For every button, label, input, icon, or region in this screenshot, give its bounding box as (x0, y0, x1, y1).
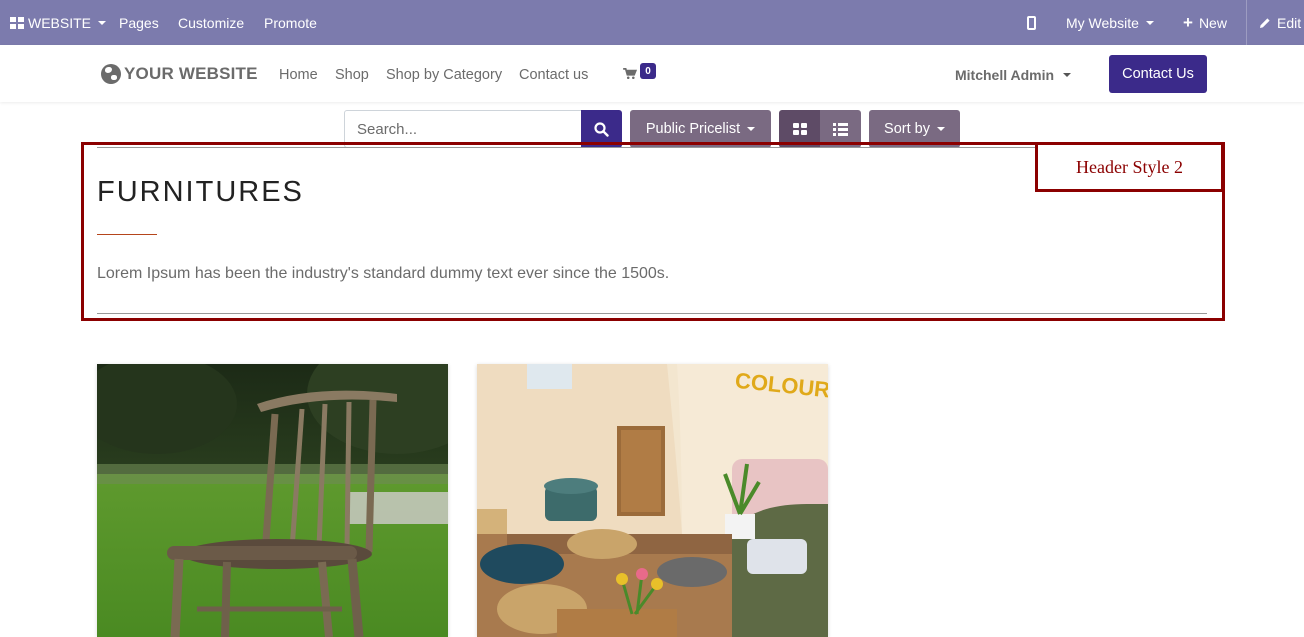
contact-us-button[interactable]: Contact Us (1109, 55, 1207, 93)
product-card[interactable]: COLOURED (477, 364, 828, 637)
edit-label: Edit (1277, 14, 1302, 31)
globe-icon (101, 64, 121, 84)
cart-icon (623, 68, 637, 79)
website-menu[interactable]: WEBSITE (10, 0, 107, 45)
nav-shop-by-category[interactable]: Shop by Category (386, 67, 502, 83)
apps-icon (10, 16, 24, 29)
caret-down-icon (936, 127, 945, 131)
pages-menu[interactable]: Pages (119, 0, 159, 45)
search-icon (594, 121, 609, 137)
mobile-preview-button[interactable] (1027, 0, 1036, 45)
customize-menu[interactable]: Customize (178, 0, 244, 45)
sort-by-label: Sort by (884, 121, 930, 137)
nav-shop[interactable]: Shop (335, 67, 369, 83)
plus-icon: + (1183, 12, 1193, 32)
product-card[interactable] (97, 364, 448, 637)
new-label: New (1198, 14, 1227, 31)
caret-down-icon (747, 127, 756, 131)
nav-contact-us[interactable]: Contact us (519, 67, 588, 83)
website-menu-label: WEBSITE (28, 14, 92, 31)
nav-home[interactable]: Home (279, 67, 318, 83)
user-menu[interactable]: Mitchell Admin (955, 67, 1072, 83)
logo-text: YOUR WEBSITE (124, 64, 258, 83)
divider (1246, 0, 1247, 45)
site-header: YOUR WEBSITE Home Shop Shop by Category … (0, 45, 1304, 102)
my-website-menu[interactable]: My Website (1066, 0, 1154, 45)
site-logo[interactable]: YOUR WEBSITE (101, 59, 258, 89)
grid-icon (792, 123, 807, 135)
caret-down-icon (1145, 20, 1154, 25)
admin-bar: WEBSITE Pages Customize Promote My Websi… (0, 0, 1304, 45)
header-style-label: Header Style 2 (1035, 142, 1224, 192)
caret-down-icon (98, 20, 107, 25)
edit-button[interactable]: Edit (1259, 0, 1301, 45)
promote-menu[interactable]: Promote (264, 0, 317, 45)
my-website-label: My Website (1066, 14, 1139, 31)
caret-down-icon (1063, 73, 1072, 77)
list-icon (833, 122, 848, 136)
new-button[interactable]: + New (1183, 0, 1227, 45)
mobile-icon (1027, 15, 1036, 30)
cart-count-badge: 0 (640, 63, 656, 79)
product-image-chair (97, 364, 448, 637)
product-image-living-room: COLOURED (477, 364, 828, 637)
user-name: Mitchell Admin (955, 67, 1055, 83)
pricelist-label: Public Pricelist (645, 121, 741, 137)
pencil-icon (1260, 17, 1270, 28)
